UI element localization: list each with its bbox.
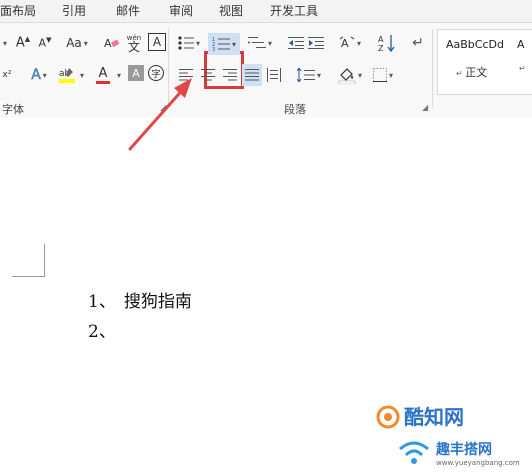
list-item[interactable]: 2、: [88, 317, 124, 342]
list-number: 2、: [88, 322, 116, 342]
sort-icon[interactable]: AZ: [376, 31, 398, 55]
font-group-label: 字体: [2, 103, 24, 116]
shading-icon[interactable]: ▾: [336, 63, 364, 87]
show-paragraph-marks-icon[interactable]: ↵: [408, 33, 428, 53]
group-divider: [432, 29, 433, 107]
style-preview: A: [517, 38, 525, 51]
styles-gallery: AaBbCcDd ↵ 正文 A ↵: [437, 29, 532, 95]
text-effects-icon[interactable]: A ▾: [26, 65, 52, 85]
watermark-logo-icon: [376, 405, 400, 429]
distributed-icon[interactable]: [264, 65, 284, 85]
svg-text:Z: Z: [378, 44, 384, 53]
grow-font-icon[interactable]: A▲: [12, 33, 34, 53]
enclose-characters-icon[interactable]: 字: [148, 65, 164, 81]
group-divider: [168, 29, 169, 107]
watermark-url: www.yueyangbang.com: [436, 459, 520, 467]
change-case-icon[interactable]: Aa ▾: [62, 33, 92, 53]
highlight-color-icon[interactable]: ab ▾: [58, 63, 84, 87]
svg-text:3: 3: [212, 47, 215, 52]
tab-references[interactable]: 引用: [62, 3, 86, 19]
superscript-icon[interactable]: x²: [0, 65, 14, 85]
decrease-indent-icon[interactable]: [286, 33, 306, 53]
style-normal[interactable]: AaBbCcDd ↵ 正文: [438, 30, 512, 94]
font-dialog-launcher-icon[interactable]: ◢: [160, 103, 166, 112]
svg-text:A: A: [378, 35, 384, 44]
list-number: 1、: [88, 292, 116, 312]
watermark: 酷知网 趣丰搭网 www.yueyangbang.com: [374, 401, 532, 475]
character-shading-icon[interactable]: A: [128, 65, 144, 81]
style-next[interactable]: A ↵: [513, 30, 532, 94]
multilevel-list-icon[interactable]: ▾: [246, 33, 274, 53]
clear-formatting-icon[interactable]: A: [102, 33, 122, 53]
phonetic-guide-bottom: 文: [127, 40, 140, 54]
chinese-layout-icon[interactable]: A ▾: [336, 33, 364, 53]
font-color-icon[interactable]: A: [90, 63, 116, 87]
tab-developer[interactable]: 开发工具: [270, 3, 318, 19]
svg-text:A: A: [104, 37, 112, 50]
borders-icon[interactable]: ▾: [368, 65, 398, 85]
numbering-icon[interactable]: 1 2 3 ▾: [208, 33, 240, 55]
paragraph-mark-icon: ↵: [519, 64, 526, 73]
align-center-icon[interactable]: [198, 65, 218, 85]
paragraph-group-label: 段落: [284, 103, 306, 116]
watermark-subtitle: 趣丰搭网: [436, 442, 492, 458]
ribbon-toolbar: ▾ A▲ A▼ Aa ▾ A wén 文 A x² A ▾ ab ▾ A ▾ A 字 …: [0, 22, 532, 119]
font-color-dropdown-icon[interactable]: ▾: [114, 65, 122, 85]
svg-text:A: A: [341, 37, 349, 50]
style-preview: AaBbCcDd: [446, 38, 504, 51]
phonetic-guide-icon[interactable]: wén 文: [124, 31, 144, 55]
ribbon-tabs: 面布局 引用 邮件 审阅 视图 开发工具: [0, 0, 532, 22]
bullets-icon[interactable]: ▾: [176, 33, 202, 53]
page-margin-corner-mark: [12, 244, 45, 277]
watermark-brand: 酷知网: [404, 405, 464, 429]
line-spacing-icon[interactable]: ▾: [294, 65, 324, 85]
align-right-icon[interactable]: [220, 65, 240, 85]
style-name: ↵ 正文: [456, 66, 488, 79]
increase-indent-icon[interactable]: [306, 33, 326, 53]
list-item[interactable]: 1、 搜狗指南: [88, 287, 192, 312]
watermark-wifi-icon: [399, 441, 429, 464]
align-left-icon[interactable]: [176, 65, 196, 85]
tab-review[interactable]: 审阅: [169, 3, 193, 19]
paragraph-dialog-launcher-icon[interactable]: ◢: [422, 103, 428, 112]
list-text: 搜狗指南: [123, 292, 192, 312]
shrink-font-icon[interactable]: A▼: [34, 33, 56, 53]
tab-mailings[interactable]: 邮件: [116, 3, 140, 19]
font-size-dropdown-icon[interactable]: ▾: [0, 33, 8, 53]
tab-page-layout[interactable]: 面布局: [0, 3, 36, 19]
character-border-icon[interactable]: A: [148, 33, 166, 51]
justify-icon[interactable]: [242, 64, 262, 86]
tab-view[interactable]: 视图: [219, 3, 243, 19]
